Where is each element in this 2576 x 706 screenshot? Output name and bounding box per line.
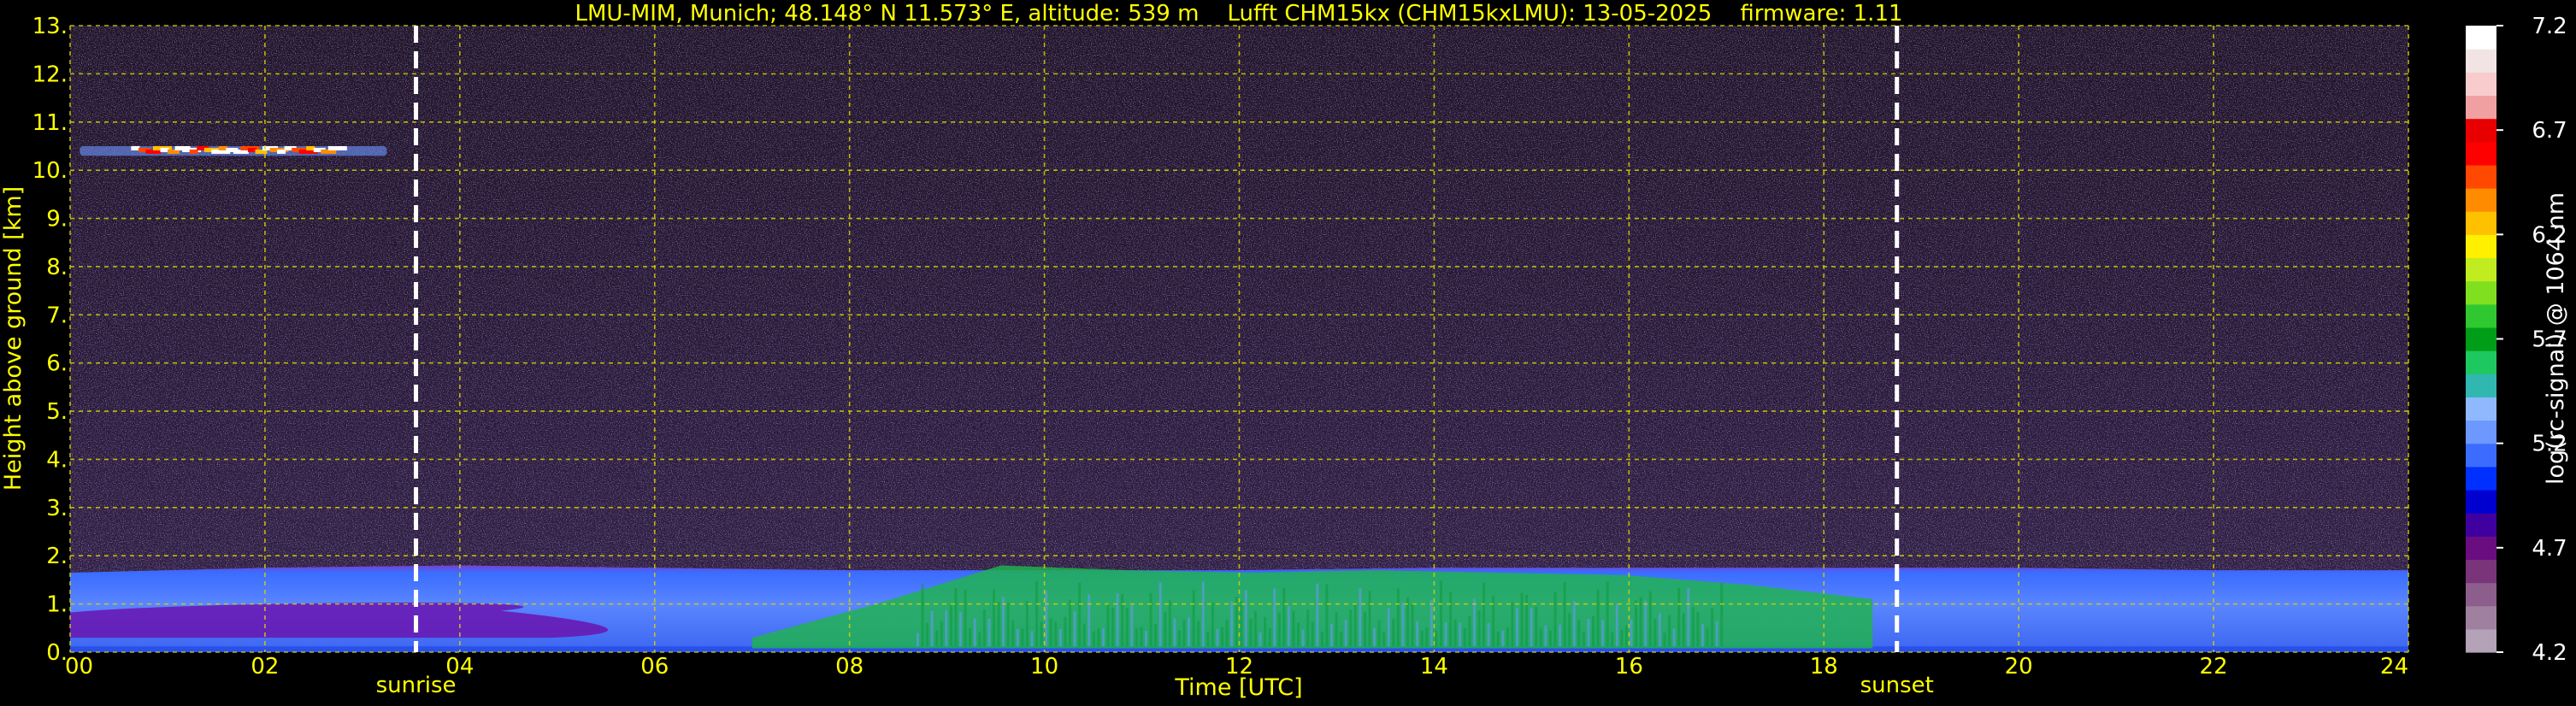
cirrus-cloud-patch [131, 145, 140, 150]
y-tick-label: 7. [46, 303, 68, 328]
x-tick-label: 24 [2380, 654, 2408, 680]
y-tick-label: 9. [46, 207, 68, 232]
y-tick-label: 2. [46, 544, 68, 569]
colorbar-segment [2466, 211, 2496, 235]
x-tick-label: 20 [2005, 654, 2033, 680]
colorbar-tick-label: 4.2 [2532, 640, 2567, 666]
x-tick-label: 18 [1810, 654, 1838, 680]
x-tick-label: 22 [2200, 654, 2228, 680]
colorbar-segment [2466, 466, 2496, 491]
colorbar-segment [2466, 188, 2496, 212]
colorbar-segment [2466, 443, 2496, 468]
cirrus-cloud-patch [306, 145, 315, 150]
x-tick-label: 06 [640, 654, 669, 680]
sunrise-label: sunrise [376, 673, 457, 698]
y-axis-label: Height above ground [km] [0, 186, 27, 491]
x-axis-label: Time [UTC] [1174, 674, 1302, 701]
colorbar-segment [2466, 118, 2496, 143]
chart-title: LMU-MIM, Munich; 48.148° N 11.573° E, al… [575, 1, 1902, 26]
colorbar-segment [2466, 582, 2496, 607]
colorbar-tick-label: 6.7 [2532, 118, 2567, 144]
y-tick-label: 12. [32, 62, 68, 87]
cirrus-cloud-patch [218, 145, 227, 150]
y-axis-ticks: 0. 1. 2. 3. 4. 5. 6. 7. 8. 9. 10. 11. 12. 13. [32, 14, 68, 666]
y-tick-label: 6. [46, 351, 68, 377]
y-tick-label: 13. [32, 14, 68, 39]
y-tick-label: 11. [32, 110, 68, 136]
y-tick-label: 5. [46, 399, 68, 425]
x-tick-label: 00 [65, 654, 93, 680]
y-tick-label: 10. [32, 158, 68, 184]
cirrus-cloud-patch [160, 147, 169, 152]
colorbar-tick-label: 7.2 [2532, 14, 2567, 39]
colorbar-segment [2466, 327, 2496, 351]
colorbar-segment [2466, 420, 2496, 444]
x-tick-label: 04 [445, 654, 474, 680]
colorbar-segment [2466, 26, 2496, 50]
x-tick-label: 14 [1420, 654, 1448, 680]
colorbar-segment [2466, 489, 2496, 514]
y-tick-label: 1. [46, 592, 68, 618]
y-tick-label: 4. [46, 447, 68, 473]
colorbar-segment [2466, 49, 2496, 73]
colorbar-segment [2466, 559, 2496, 584]
colorbar-segment [2466, 628, 2496, 653]
colorbar-segment [2466, 605, 2496, 630]
x-tick-label: 08 [835, 654, 864, 680]
colorbar-segment [2466, 397, 2496, 421]
y-tick-label: 8. [46, 255, 68, 280]
x-tick-label: 10 [1030, 654, 1058, 680]
colorbar-segment [2466, 257, 2496, 282]
cirrus-cloud-patch [277, 149, 286, 154]
sunset-label: sunset [1860, 673, 1934, 698]
colorbar-segment [2466, 536, 2496, 561]
colorbar [2466, 26, 2496, 653]
colorbar-segment [2466, 164, 2496, 189]
colorbar-segment [2466, 95, 2496, 120]
y-tick-label: 3. [46, 496, 68, 521]
x-tick-label: 02 [251, 654, 279, 680]
colorbar-segment [2466, 234, 2496, 259]
cirrus-cloud-patch [327, 145, 347, 150]
colorbar-segment [2466, 141, 2496, 166]
colorbar-segment [2466, 72, 2496, 97]
cirrus-cloud-patch [247, 147, 256, 152]
colorbar-tick-label: 4.7 [2532, 536, 2567, 562]
colorbar-segment [2466, 350, 2496, 374]
y-tick-label: 0. [46, 640, 68, 666]
colorbar-segment [2466, 513, 2496, 537]
colorbar-label: log(rc-signal) @ 1064 nm [2543, 192, 2569, 485]
ceilometer-chart: sunrise sunset LMU-MIM, Munich; 48.148° N… [0, 1, 2569, 701]
cirrus-cloud-patch [189, 149, 198, 154]
x-tick-label: 16 [1615, 654, 1643, 680]
colorbar-segment [2466, 280, 2496, 305]
colorbar-segment [2466, 374, 2496, 397]
colorbar-segment [2466, 303, 2496, 328]
